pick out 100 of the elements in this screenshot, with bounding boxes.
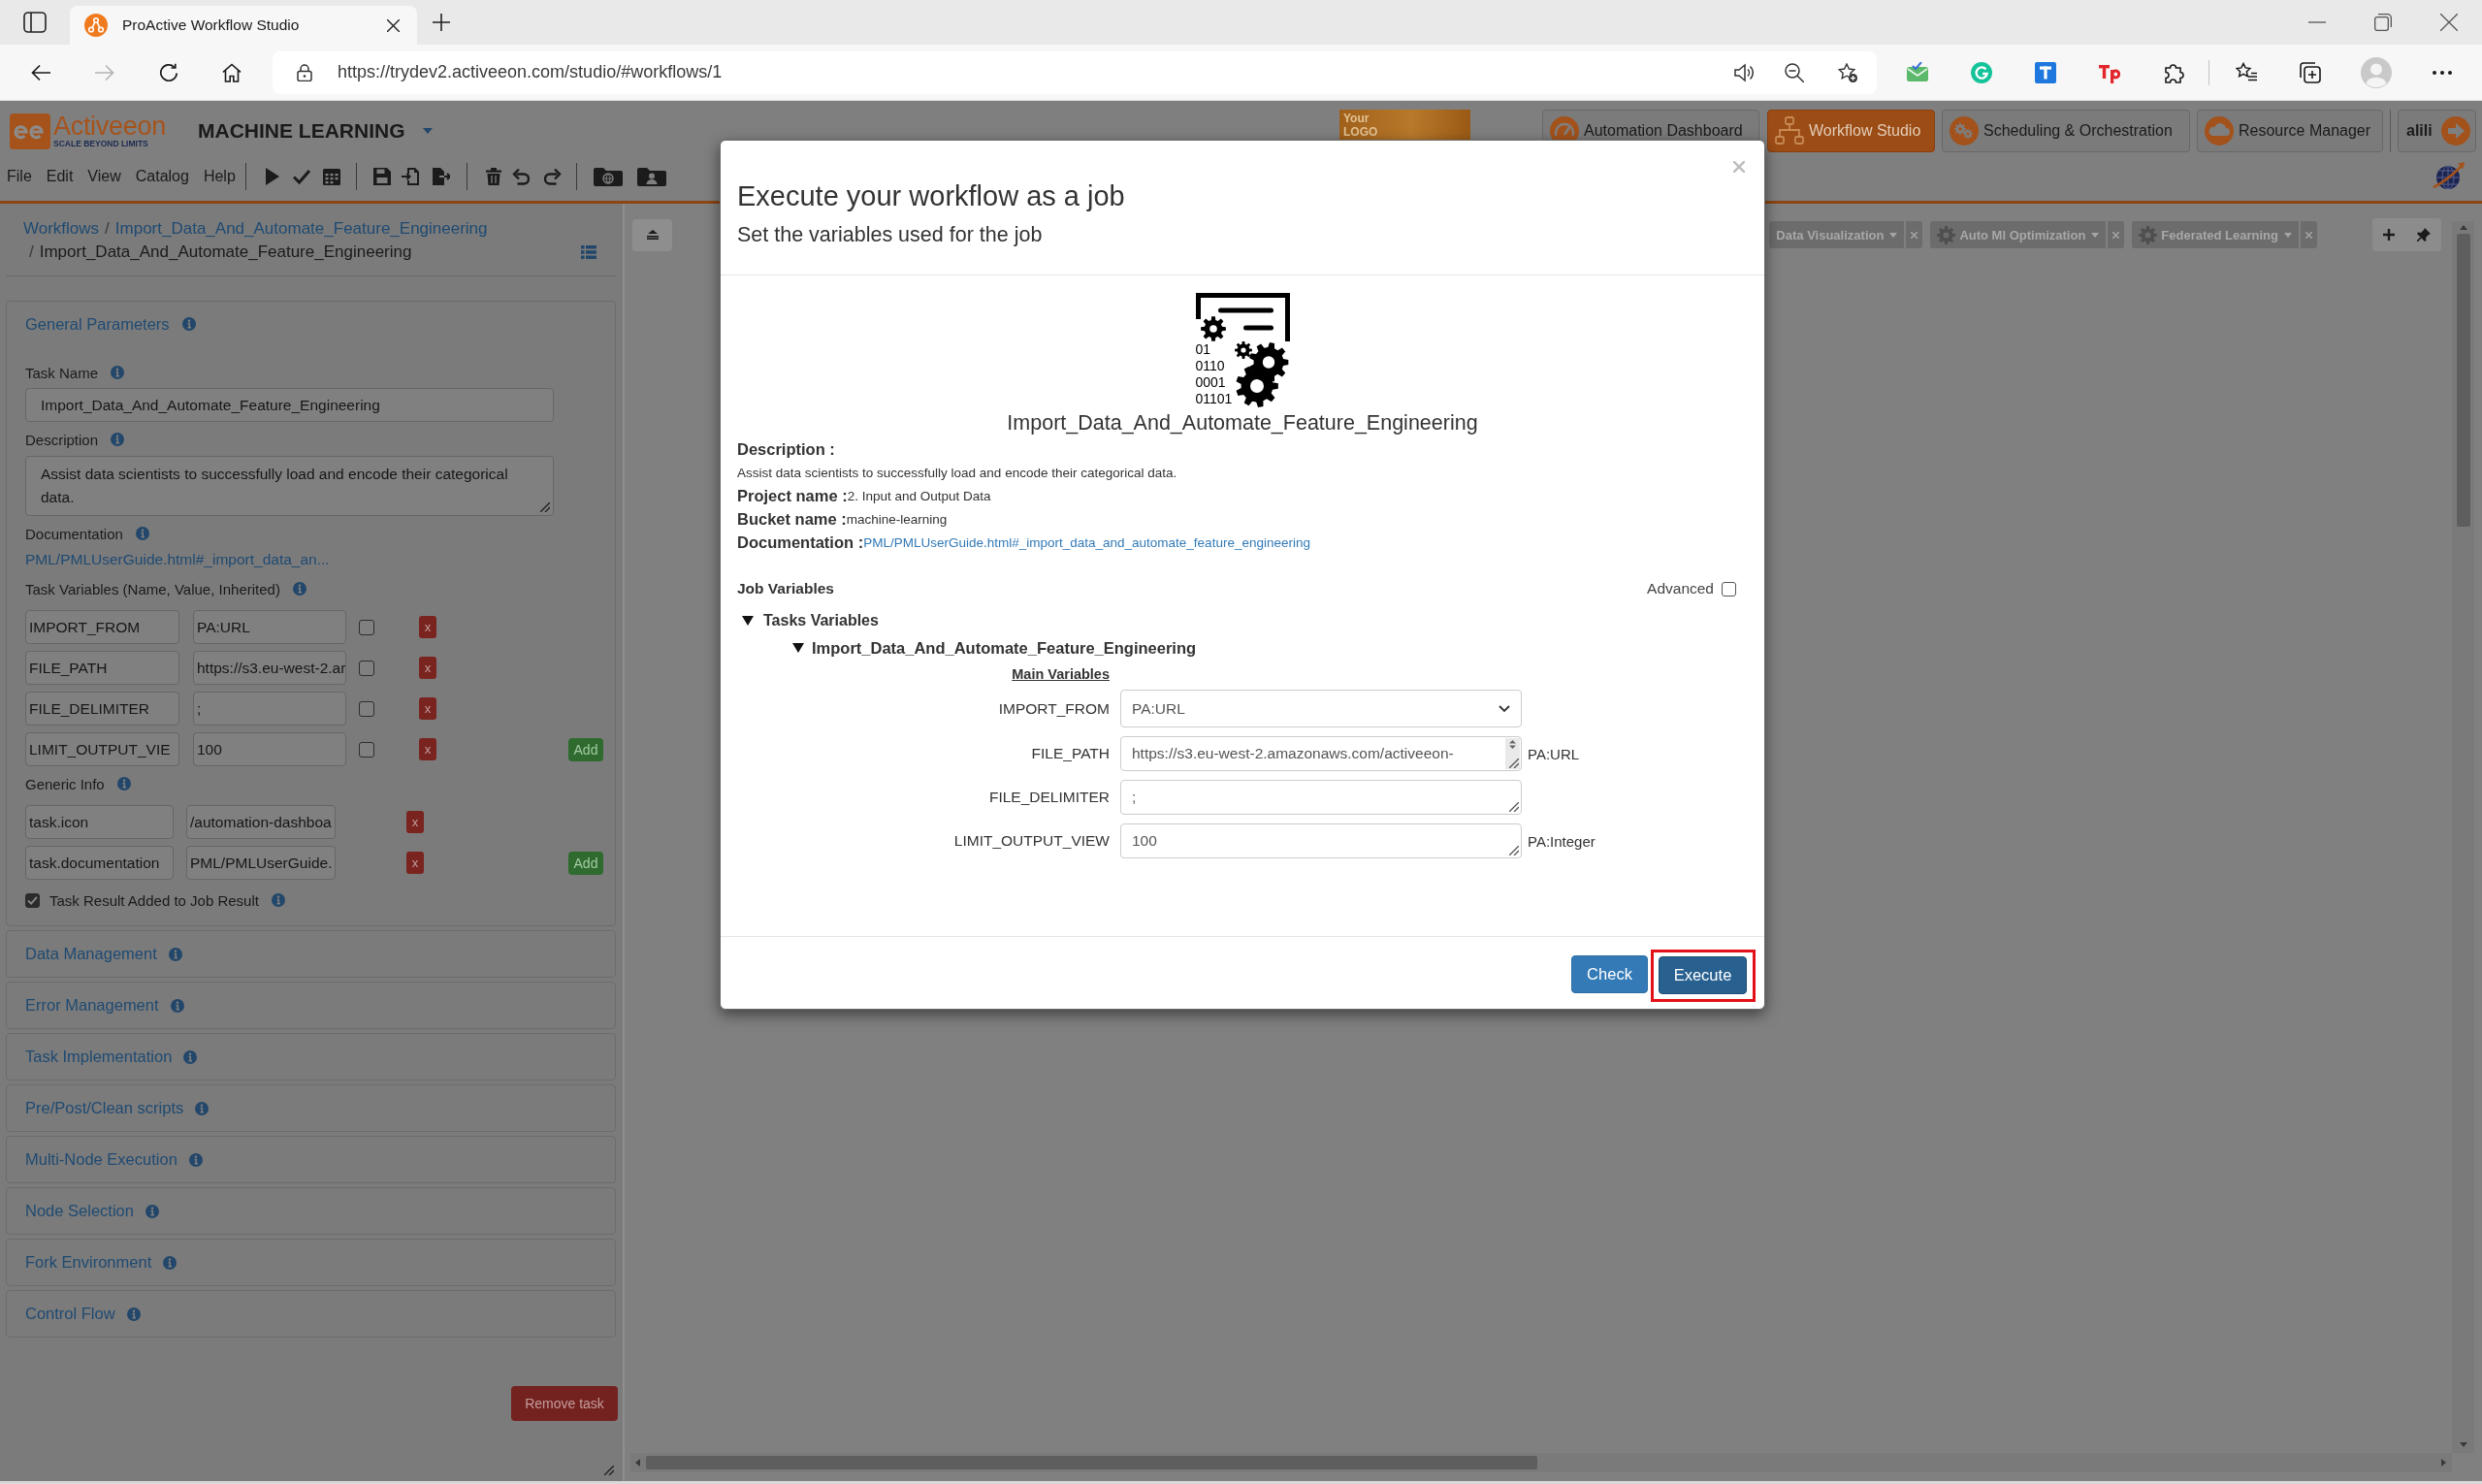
folder-user-icon[interactable]: [636, 167, 666, 186]
favorites-icon[interactable]: [2236, 61, 2257, 83]
undo-icon[interactable]: [511, 168, 530, 185]
inherited-checkbox[interactable]: [359, 619, 374, 635]
remove-info-button[interactable]: x: [406, 811, 424, 833]
home-icon[interactable]: [222, 62, 242, 82]
nav-button[interactable]: Resource Manager: [2197, 110, 2383, 152]
resize-grip-icon[interactable]: [1509, 802, 1519, 812]
import-icon[interactable]: [401, 168, 419, 185]
address-bar[interactable]: https://trydev2.activeeon.com/studio/#workflows/1: [273, 50, 1877, 94]
tree-node-label[interactable]: Tasks Variables: [763, 612, 879, 629]
documentation-link[interactable]: PML/PMLUserGuide.html#_import_data_an...: [25, 551, 330, 568]
execute-button[interactable]: Execute: [1659, 956, 1747, 994]
plus-icon[interactable]: [2383, 229, 2396, 241]
variable-field[interactable]: 100: [1120, 823, 1522, 858]
variable-name-field[interactable]: FILE_DELIMITER: [25, 692, 179, 726]
remove-task-button[interactable]: Remove task: [511, 1386, 618, 1421]
inherited-checkbox[interactable]: [359, 700, 374, 717]
save-icon[interactable]: [372, 168, 391, 185]
add-info-button[interactable]: Add: [568, 851, 603, 875]
info-name-field[interactable]: task.icon: [25, 805, 174, 839]
variable-value-field[interactable]: PA:URL: [193, 610, 346, 644]
palette-tab[interactable]: Data Visualization: [1769, 221, 1905, 248]
folder-globe-icon[interactable]: [593, 167, 623, 186]
reload-icon[interactable]: [159, 62, 178, 82]
add-variable-button[interactable]: Add: [568, 737, 603, 761]
export-icon[interactable]: [432, 168, 450, 185]
resize-grip-icon[interactable]: [540, 502, 550, 512]
variable-value-field[interactable]: https://s3.eu-west-2.ar: [193, 651, 346, 685]
sidebar-toggle-icon[interactable]: [23, 11, 47, 34]
remove-info-button[interactable]: x: [406, 852, 424, 874]
scroll-left-icon[interactable]: [635, 1459, 640, 1467]
section-title[interactable]: General Parameters: [25, 314, 170, 334]
collapsed-section[interactable]: Multi-Node Execution: [6, 1136, 616, 1183]
variable-name-field[interactable]: IMPORT_FROM: [25, 610, 179, 644]
scroll-arrows-icon[interactable]: [1509, 740, 1516, 749]
inherited-checkbox[interactable]: [359, 660, 374, 676]
info-name-field[interactable]: task.documentation: [25, 846, 174, 880]
collapsed-section[interactable]: Fork Environment: [6, 1239, 616, 1286]
variable-name-field[interactable]: FILE_PATH: [25, 651, 179, 685]
restore-icon[interactable]: [2374, 14, 2392, 31]
vertical-scrollbar[interactable]: [2452, 221, 2474, 1453]
more-icon[interactable]: [2433, 70, 2452, 75]
documentation-link[interactable]: PML/PMLUserGuide.html#_import_data_and_automate_feature_engineering: [863, 534, 1310, 550]
breadcrumb-link[interactable]: Workflows: [23, 217, 100, 241]
nav-button[interactable]: Workflow Studio: [1767, 110, 1935, 152]
check-button[interactable]: Check: [1571, 955, 1648, 993]
scrollbar-thumb[interactable]: [646, 1456, 1537, 1469]
scrollbar-thumb[interactable]: [2456, 234, 2470, 527]
palette-tab[interactable]: Federated Learning: [2132, 221, 2299, 248]
menu-item[interactable]: Edit: [46, 168, 74, 185]
variable-field[interactable]: https://s3.eu-west-2.amazonaws.com/activeeon-: [1120, 736, 1522, 771]
scroll-down-icon[interactable]: [2459, 1442, 2467, 1447]
collapsed-section[interactable]: Node Selection: [6, 1187, 616, 1235]
collapsed-section[interactable]: Error Management: [6, 982, 616, 1029]
resize-grip-icon[interactable]: [1509, 846, 1519, 855]
task-result-checkbox[interactable]: [25, 892, 40, 908]
advanced-checkbox[interactable]: [1722, 581, 1736, 597]
remove-variable-button[interactable]: x: [419, 697, 436, 720]
field-scrollbar[interactable]: [1505, 738, 1520, 769]
resize-grip-icon[interactable]: [604, 1466, 614, 1475]
scroll-up-icon[interactable]: [2459, 225, 2467, 230]
trash-icon[interactable]: [484, 168, 502, 185]
variable-select[interactable]: PA:URL: [1120, 690, 1522, 727]
collapsed-section[interactable]: Task Implementation: [6, 1033, 616, 1081]
collapsed-section[interactable]: Control Flow: [6, 1290, 616, 1338]
check-icon[interactable]: [292, 168, 310, 185]
user-menu-button[interactable]: alili: [2398, 110, 2476, 152]
variable-name-field[interactable]: LIMIT_OUTPUT_VIE: [25, 732, 179, 766]
list-icon[interactable]: [581, 245, 596, 259]
resize-grip-icon[interactable]: [1509, 758, 1519, 768]
tree-node-label[interactable]: Import_Data_And_Automate_Feature_Engineering: [812, 638, 1197, 658]
variable-value-field[interactable]: 100: [193, 732, 346, 766]
variable-value-field[interactable]: ;: [193, 692, 346, 726]
collapsed-section[interactable]: Pre/Post/Clean scripts: [6, 1084, 616, 1132]
puzzle-icon[interactable]: [2163, 61, 2184, 83]
info-value-field[interactable]: /automation-dashboa: [186, 805, 336, 839]
browser-tab[interactable]: ProActive Workflow Studio: [70, 6, 417, 45]
remove-variable-button[interactable]: x: [419, 738, 436, 760]
pin-icon[interactable]: [2416, 228, 2431, 242]
remove-variable-button[interactable]: x: [419, 657, 436, 679]
menu-item[interactable]: File: [7, 168, 32, 185]
zoom-out-icon[interactable]: [1785, 62, 1804, 82]
portal-dropdown[interactable]: MACHINE LEARNING: [198, 119, 433, 143]
scroll-right-icon[interactable]: [2441, 1459, 2446, 1467]
collections-icon[interactable]: [2300, 61, 2321, 83]
redo-icon[interactable]: [543, 168, 562, 185]
expand-triangle-icon[interactable]: [742, 616, 754, 626]
t-logo-icon[interactable]: [2035, 61, 2056, 83]
description-field[interactable]: Assist data scientists to successfully load and encode their categorical data.: [25, 456, 554, 516]
add-favorite-icon[interactable]: [1838, 62, 1857, 82]
menu-item[interactable]: Help: [203, 168, 236, 185]
back-icon[interactable]: [31, 62, 50, 82]
horizontal-scrollbar[interactable]: [630, 1453, 2452, 1472]
close-icon[interactable]: [2440, 14, 2458, 31]
variable-field[interactable]: ;: [1120, 780, 1522, 815]
task-name-field[interactable]: Import_Data_And_Automate_Feature_Engineering: [25, 388, 554, 422]
url-text[interactable]: https://trydev2.activeeon.com/studio/#workflows/1: [338, 62, 723, 82]
menu-item[interactable]: View: [87, 168, 121, 185]
align-tool-button[interactable]: [632, 218, 672, 251]
